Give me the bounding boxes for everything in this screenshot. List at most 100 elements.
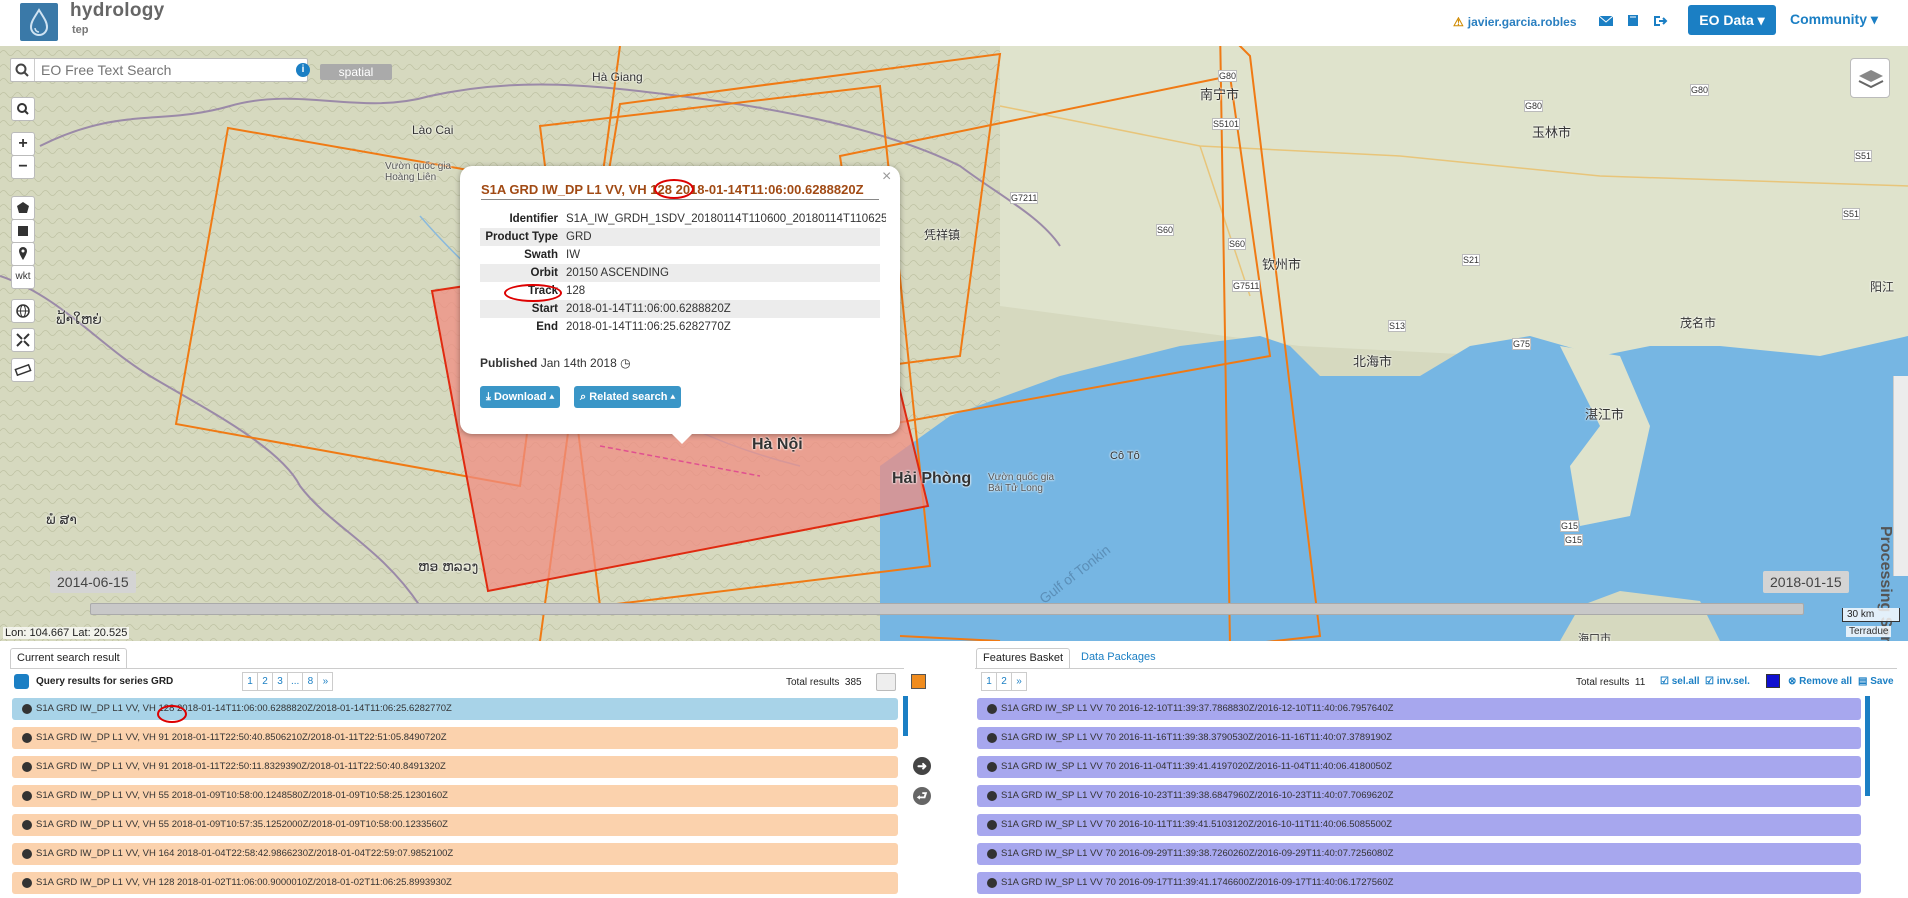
wkt-button[interactable]: wkt	[11, 265, 35, 289]
page-button[interactable]: 1	[242, 672, 258, 691]
timeline-slider[interactable]	[90, 603, 1804, 615]
info-icon[interactable]: i	[296, 63, 310, 77]
globe-icon	[22, 791, 32, 801]
scale-bar: 30 km	[1842, 608, 1900, 622]
page-button[interactable]: »	[1011, 672, 1027, 691]
globe-icon	[987, 820, 997, 830]
result-row[interactable]: S1A GRD IW_DP L1 VV, VH 128 2018-01-02T1…	[12, 872, 898, 894]
result-row[interactable]: S1A GRD IW_DP L1 VV, VH 55 2018-01-09T10…	[12, 814, 898, 836]
page-button[interactable]: 2	[996, 672, 1012, 691]
basket-row[interactable]: S1A GRD IW_SP L1 VV 70 2016-12-10T11:39:…	[977, 698, 1861, 720]
coordinate-readout: Lon: 104.667 Lat: 20.525	[3, 627, 130, 639]
draw-point-icon[interactable]	[11, 242, 35, 266]
property-key: Orbit	[530, 267, 558, 279]
download-icon: ⤓	[486, 391, 491, 403]
place-label: ຟ້າໃຫຍ່	[56, 311, 102, 327]
book-icon[interactable]	[1625, 14, 1641, 28]
basket-row[interactable]: S1A GRD IW_SP L1 VV 70 2016-09-29T11:39:…	[977, 843, 1861, 865]
road-label: S13	[1388, 320, 1407, 332]
save-icon: ▤	[1858, 676, 1868, 687]
page-button[interactable]: 8	[302, 672, 319, 691]
query-label: Query results for series GRD	[36, 676, 174, 687]
basket-row[interactable]: S1A GRD IW_SP L1 VV 70 2016-09-17T11:39:…	[977, 872, 1861, 894]
map-search-icon[interactable]	[11, 97, 35, 121]
mail-icon[interactable]	[1598, 14, 1614, 28]
page-button[interactable]: ...	[287, 672, 304, 691]
result-label: S1A GRD IW_DP L1 VV, VH 128 2018-01-14T1…	[36, 703, 452, 714]
timeline-start-date[interactable]: 2014-06-15	[50, 571, 136, 593]
zoom-out-button[interactable]: −	[11, 155, 35, 179]
result-row[interactable]: S1A GRD IW_DP L1 VV, VH 91 2018-01-11T22…	[12, 756, 898, 778]
globe-icon	[987, 733, 997, 743]
zoom-in-button[interactable]: +	[11, 132, 35, 156]
search-icon[interactable]	[11, 59, 35, 81]
basket-row[interactable]: S1A GRD IW_SP L1 VV 70 2016-10-23T11:39:…	[977, 785, 1861, 807]
total-value: 385	[844, 677, 862, 688]
save-label: Save	[1870, 676, 1894, 687]
list-view-icon[interactable]	[876, 673, 896, 691]
attribution[interactable]: Terradue	[1846, 626, 1892, 637]
sign-out-icon[interactable]	[1652, 14, 1668, 28]
eo-data-label: EO Data	[1699, 12, 1754, 28]
result-row[interactable]: S1A GRD IW_DP L1 VV, VH 164 2018-01-04T2…	[12, 843, 898, 865]
property-key: End	[536, 321, 558, 333]
brand[interactable]: hydrology tep	[70, 0, 165, 36]
property-row: Identifier S1A_IW_GRDH_1SDV_20180114T1106…	[480, 210, 886, 228]
basket-label: S1A GRD IW_SP L1 VV 70 2016-10-11T11:39:…	[1001, 819, 1393, 830]
page-button[interactable]: 1	[981, 672, 997, 691]
select-all-button[interactable]: ☑ sel.all	[1660, 676, 1700, 687]
map-view[interactable]: Hà Giang Lào Cai Vườn quốc gia Hoàng Liê…	[0, 46, 1908, 641]
download-button[interactable]: ⤓ Download ▴	[480, 386, 561, 408]
result-row[interactable]: S1A GRD IW_DP L1 VV, VH 91 2018-01-11T22…	[12, 727, 898, 749]
close-icon[interactable]: ×	[882, 168, 891, 186]
color-picker[interactable]	[911, 674, 926, 689]
property-value: S1A_IW_GRDH_1SDV_20180114T110600_2018011…	[566, 213, 886, 225]
scrollbar[interactable]	[903, 696, 908, 736]
tab-current-search[interactable]: Current search result	[10, 648, 127, 668]
result-row[interactable]: S1A GRD IW_DP L1 VV, VH 55 2018-01-09T10…	[12, 785, 898, 807]
road-label: G15	[1564, 534, 1584, 546]
ruler-icon[interactable]	[11, 358, 35, 382]
tab-data-packages[interactable]: Data Packages	[1075, 648, 1162, 668]
city-label: 南宁市	[1200, 87, 1240, 102]
basket-label: S1A GRD IW_SP L1 VV 70 2016-11-04T11:39:…	[1001, 761, 1393, 772]
basket-row[interactable]: S1A GRD IW_SP L1 VV 70 2016-11-04T11:39:…	[977, 756, 1861, 778]
basket-row[interactable]: S1A GRD IW_SP L1 VV 70 2016-11-16T11:39:…	[977, 727, 1861, 749]
road-label: S60	[1156, 224, 1175, 236]
arrow-right-icon[interactable]: ➜	[913, 757, 931, 775]
draw-polygon-icon[interactable]	[11, 196, 35, 220]
save-button[interactable]: ▤ Save	[1858, 676, 1894, 687]
road-label: G7511	[1232, 280, 1261, 292]
invert-selection-button[interactable]: ☑ inv.sel.	[1705, 676, 1750, 687]
fullscreen-icon[interactable]	[11, 328, 35, 352]
brand-title: hydrology	[70, 0, 165, 21]
globe-icon[interactable]	[11, 299, 35, 323]
spatial-tag[interactable]: spatial	[320, 64, 392, 80]
remove-all-button[interactable]: ⊗ Remove all	[1788, 676, 1852, 687]
page-button[interactable]: 3	[272, 672, 288, 691]
road-label: S5101	[1212, 118, 1241, 130]
road-label: G80	[1690, 84, 1710, 96]
page-button[interactable]: »	[317, 672, 334, 691]
result-row[interactable]: S1A GRD IW_DP L1 VV, VH 128 2018-01-14T1…	[12, 698, 898, 720]
page-button[interactable]: 2	[257, 672, 273, 691]
eo-data-dropdown[interactable]: EO Data ▾	[1688, 5, 1776, 35]
tab-features-basket[interactable]: Features Basket	[976, 648, 1071, 668]
related-search-button[interactable]: ⌕ Related search ▴	[574, 386, 682, 408]
basket-row[interactable]: S1A GRD IW_SP L1 VV 70 2016-10-11T11:39:…	[977, 814, 1861, 836]
hydrology-logo[interactable]	[20, 3, 58, 41]
draw-rectangle-icon[interactable]	[11, 219, 35, 243]
island-label: Cô Tô	[1110, 450, 1140, 462]
search-input[interactable]	[41, 61, 291, 79]
arrow-left-icon[interactable]: ⮐	[913, 787, 931, 805]
processing-services-tab[interactable]: Processing Services	[1877, 376, 1908, 641]
color-picker[interactable]	[1766, 674, 1780, 688]
user-menu[interactable]: ⚠ javier.garcia.robles	[1453, 15, 1577, 29]
community-dropdown[interactable]: Community ▾	[1790, 11, 1878, 28]
property-value: 20150 ASCENDING	[566, 267, 669, 279]
timeline-end-date[interactable]: 2018-01-15	[1763, 571, 1849, 593]
layers-icon[interactable]	[1850, 58, 1890, 98]
scrollbar[interactable]	[1865, 696, 1870, 796]
share-icon[interactable]	[14, 674, 29, 689]
result-label: S1A GRD IW_DP L1 VV, VH 164 2018-01-04T2…	[36, 848, 454, 859]
